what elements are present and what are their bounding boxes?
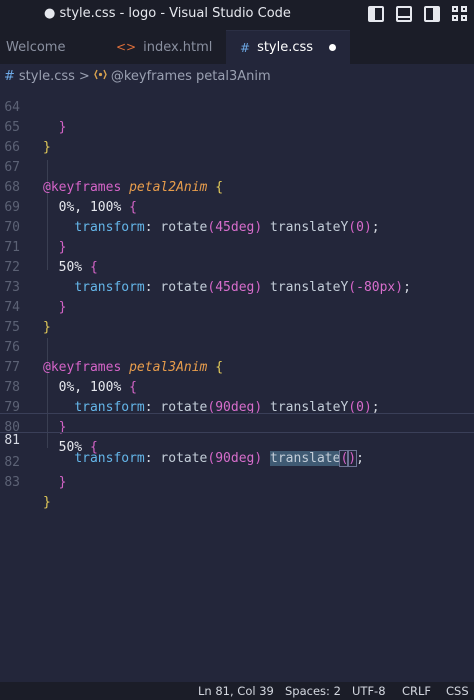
toggle-secondary-sidebar-icon[interactable] <box>424 6 440 22</box>
tab-style-css[interactable]: # style.css <box>226 30 350 64</box>
current-code-line[interactable]: 81 transform: rotate(90deg) translate(); <box>0 413 474 467</box>
code-line[interactable]: 67 @keyframes petal2Anim { <box>0 138 474 195</box>
code-line[interactable]: 79 } <box>0 378 474 435</box>
encoding-setting[interactable]: UTF-8 <box>352 684 386 698</box>
code-line[interactable]: 68 0%, 100% { <box>0 158 474 215</box>
window-title: ● style.css - logo - Visual Studio Code <box>44 6 291 21</box>
language-mode[interactable]: CSS <box>446 684 469 698</box>
breadcrumb: # style.css > @keyframes petal3Anim <box>0 64 474 88</box>
toggle-primary-sidebar-icon[interactable] <box>368 6 384 22</box>
code-line[interactable]: 75 <box>0 298 474 335</box>
css-file-icon: # <box>240 40 251 55</box>
keyframes-symbol-icon <box>94 68 107 85</box>
tab-index-html[interactable]: <> index.html <box>102 30 226 64</box>
breadcrumb-symbol[interactable]: @keyframes petal3Anim <box>111 69 271 84</box>
unsaved-dot-icon[interactable] <box>329 44 336 51</box>
indentation-setting[interactable]: Spaces: 2 <box>285 684 341 698</box>
breadcrumb-file[interactable]: style.css <box>19 69 75 84</box>
chevron-right-icon: > <box>78 68 90 84</box>
code-line[interactable]: 82 } <box>0 433 474 490</box>
code-line[interactable]: 78 transform: rotate(90deg) translateY(0… <box>0 358 474 415</box>
code-line[interactable]: 73 } <box>0 258 474 315</box>
tab-label: Welcome <box>6 39 66 55</box>
code-line[interactable]: 77 0%, 100% { <box>0 338 474 395</box>
code-line[interactable]: 83 } <box>0 453 474 510</box>
tab-welcome[interactable]: Welcome <box>0 30 102 64</box>
editor-tabs: Welcome <> index.html # style.css <box>0 30 474 64</box>
layout-controls <box>368 6 468 22</box>
css-file-icon: # <box>4 68 15 84</box>
status-bar: Ln 81, Col 39 Spaces: 2 UTF-8 CRLF CSS <box>0 682 474 700</box>
code-line[interactable]: 70 } <box>0 198 474 255</box>
code-line[interactable]: 71 50% { <box>0 218 474 275</box>
code-line[interactable]: 65 } <box>0 98 474 155</box>
cursor-position[interactable]: Ln 81, Col 39 <box>198 684 274 698</box>
eol-setting[interactable]: CRLF <box>402 684 431 698</box>
tab-label: style.css <box>257 40 314 55</box>
code-editor[interactable]: 64 } 65 } 66 67 @keyframes petal2Anim { … <box>0 88 474 682</box>
code-line[interactable]: 76 @keyframes petal3Anim { <box>0 318 474 375</box>
tab-label: index.html <box>143 39 213 55</box>
toggle-panel-icon[interactable] <box>396 6 412 22</box>
code-line[interactable]: 69 transform: rotate(45deg) translateY(0… <box>0 178 474 235</box>
code-line[interactable]: 64 } <box>0 88 474 135</box>
html-file-icon: <> <box>116 40 137 54</box>
code-line[interactable]: 66 <box>0 118 474 155</box>
code-line[interactable]: 74 } <box>0 278 474 335</box>
customize-layout-icon[interactable] <box>452 6 468 22</box>
code-line[interactable]: 72 transform: rotate(45deg) translateY(-… <box>0 238 474 295</box>
title-bar: ● style.css - logo - Visual Studio Code <box>0 0 474 30</box>
